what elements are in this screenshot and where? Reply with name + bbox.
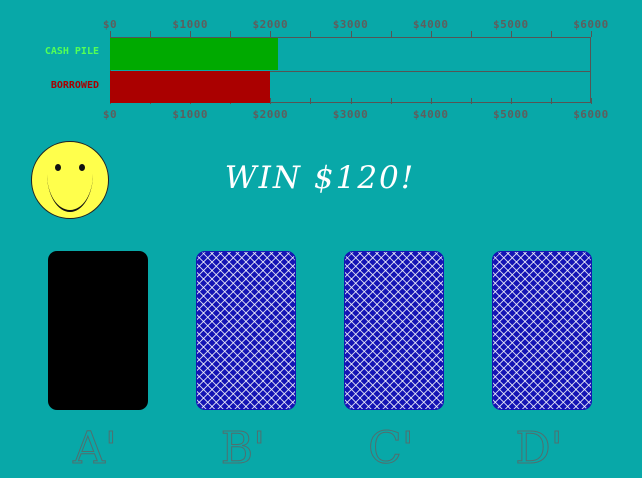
bottom-tick-label: $5000 xyxy=(493,108,529,121)
card-a-label: A' xyxy=(73,423,118,474)
meter-gridtick xyxy=(591,31,592,37)
meter-gridtick xyxy=(110,31,111,37)
win-message: WIN $120! xyxy=(224,160,416,196)
meter-gridtick xyxy=(431,31,432,37)
meter-gridtick xyxy=(391,31,392,37)
meter-gridtick xyxy=(351,31,352,37)
smiley-left-eye xyxy=(55,164,61,171)
meter-gridtick xyxy=(471,31,472,37)
borrowed-bar xyxy=(110,71,270,103)
smiley-face-icon xyxy=(31,141,109,219)
meter-gridtick xyxy=(190,31,191,37)
card-d[interactable] xyxy=(492,251,592,410)
top-tick-label: $0 xyxy=(102,18,118,31)
money-axis-bottom: $0 $1000 $2000 $3000 $4000 $5000 $6000 xyxy=(0,108,642,122)
smiley-mouth xyxy=(47,174,93,212)
borrowed-label: BORROWED xyxy=(50,80,99,91)
bottom-tick-label: $3000 xyxy=(332,108,369,121)
card-c[interactable] xyxy=(344,251,444,410)
meter-gridtick xyxy=(351,98,352,104)
meter-gridtick xyxy=(511,31,512,37)
meter-gridtick xyxy=(431,98,432,104)
meter-gridtick xyxy=(471,98,472,104)
card-d-label: D' xyxy=(515,423,563,474)
card-a[interactable] xyxy=(48,251,148,410)
money-axis-top: $0 $1000 $2000 $3000 $4000 $5000 $6000 xyxy=(0,18,642,32)
meter-gridtick xyxy=(310,98,311,104)
bottom-tick-label: $1000 xyxy=(172,108,208,121)
meter-gridtick xyxy=(310,31,311,37)
card-b[interactable] xyxy=(196,251,296,410)
top-tick-label: $3000 xyxy=(332,18,369,31)
meter-gridtick xyxy=(270,98,271,104)
top-tick-label: $2000 xyxy=(252,18,289,31)
cash-pile-bar xyxy=(110,38,278,70)
cash-pile-label: CASH PILE xyxy=(44,46,99,57)
bottom-tick-label: $6000 xyxy=(573,108,609,121)
top-tick-label: $5000 xyxy=(493,18,529,31)
meter-gridtick xyxy=(591,98,592,104)
meter-gridtick xyxy=(551,98,552,104)
card-b-label: B' xyxy=(220,423,266,474)
top-tick-label: $4000 xyxy=(412,18,449,31)
top-tick-label: $1000 xyxy=(172,18,208,31)
meter-gridtick xyxy=(150,31,151,37)
bottom-tick-label: $4000 xyxy=(412,108,449,121)
bottom-tick-label: $0 xyxy=(102,108,118,121)
card-c-label: C' xyxy=(368,423,415,474)
meter-gridtick xyxy=(551,31,552,37)
meter-gridtick xyxy=(270,31,271,37)
meter-gridtick xyxy=(511,98,512,104)
smiley-right-eye xyxy=(79,164,85,171)
top-tick-label: $6000 xyxy=(573,18,609,31)
meter-gridtick xyxy=(391,98,392,104)
bottom-tick-label: $2000 xyxy=(252,108,289,121)
meter-gridtick xyxy=(230,31,231,37)
